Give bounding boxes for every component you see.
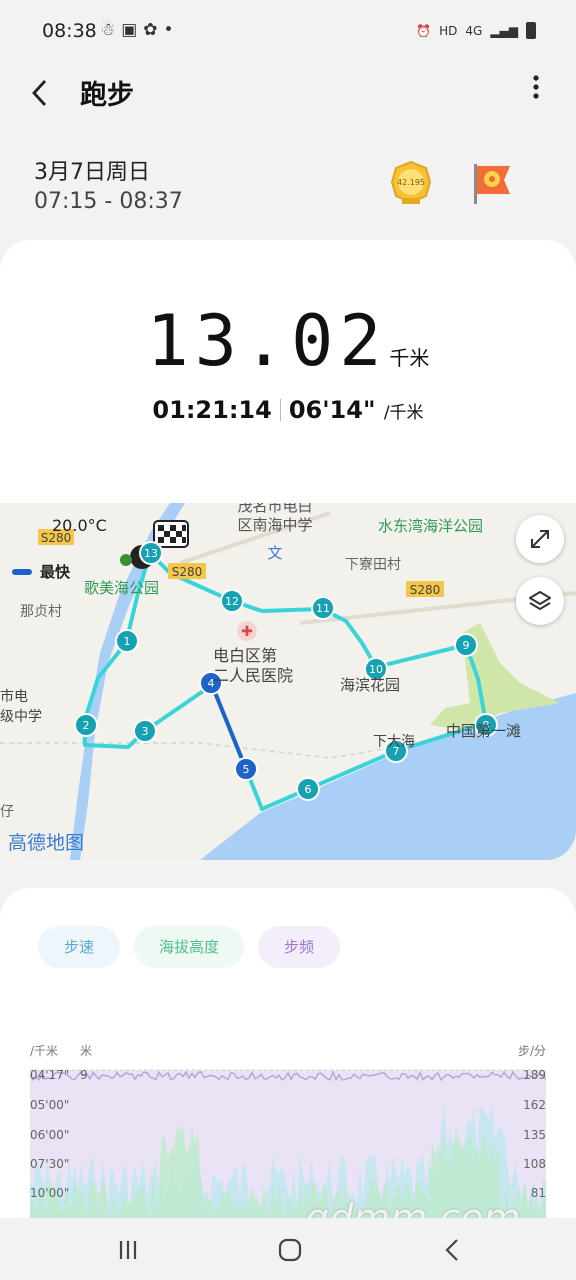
km-marker-label: 2 [83, 719, 90, 732]
cadence-tick-2: 162 [523, 1098, 546, 1112]
map-canvas: ✚ 文 12 345678910111213 茂名市电白区南海中学 水东湾海洋公园… [0, 503, 576, 860]
map-label-park-left: 歌美海公园 [84, 579, 159, 597]
road-badge-3: S280 [406, 581, 444, 597]
km-marker-label: 5 [243, 763, 250, 776]
map-label-school: 茂名市电白区南海中学 [237, 503, 312, 534]
map-layers-button[interactable] [516, 577, 564, 625]
cadence-tick-5: 81 [530, 1186, 546, 1200]
more-vertical-icon [533, 75, 539, 99]
cadence-unit-label: 步/分 [517, 1044, 546, 1058]
pace-unit-label: /千米 [30, 1044, 59, 1058]
system-nav-bar [0, 1218, 576, 1280]
map-temperature: 20.0°C [52, 516, 107, 535]
distance-unit: 千米 [389, 346, 430, 370]
altitude-unit-label: 米 [80, 1044, 93, 1058]
km-marker-label: 1 [124, 635, 131, 648]
status-right: ⏰ HD 4G ▂▄▆ [416, 22, 536, 39]
map-fastest-label: 最快 [40, 563, 71, 581]
map-label-hospital-line1: 电白区第 [213, 646, 277, 665]
route-map[interactable]: ✚ 文 1 2 3 4 5 6 7 8 9 10 11 12 13 茂名市电白区南海中学 水东湾海洋公园… [0, 503, 576, 860]
stats-row: 01:21:14 06'14" /千米 [0, 396, 576, 424]
expand-map-button[interactable] [516, 515, 564, 563]
hd-label: HD [439, 23, 458, 38]
altitude-tick-1: 9 [80, 1068, 88, 1082]
pace-value: 06'14" [288, 396, 376, 424]
tab-altitude[interactable]: 海拔高度 [134, 926, 244, 968]
map-label-school-line2: 区南海中学 [237, 516, 312, 534]
more-options-button[interactable] [526, 74, 546, 110]
road-badge-2: S280 [168, 563, 206, 579]
marathon-medal-icon[interactable]: 42.195 [390, 160, 432, 206]
back-nav-icon [445, 1239, 458, 1261]
svg-text:S280: S280 [410, 583, 441, 597]
battery-icon [526, 22, 536, 39]
km-marker-label: 12 [225, 595, 239, 608]
route-flag-icon[interactable] [470, 160, 514, 206]
km-marker-label: 3 [142, 725, 149, 738]
map-label-small: 仔 [0, 804, 14, 820]
svg-text:S280: S280 [172, 565, 203, 579]
stats-divider [279, 399, 281, 421]
cadence-tick-3: 135 [523, 1128, 546, 1142]
svg-text:✚: ✚ [241, 624, 253, 640]
map-label-school-left-line1: 市电 [0, 688, 28, 705]
km-marker-label: 6 [305, 783, 312, 796]
network-type: 4G [465, 23, 483, 38]
session-time-range: 07:15 - 08:37 [34, 189, 183, 214]
tab-cadence[interactable]: 步频 [258, 926, 340, 968]
summary-card: 13.02 千米 01:21:14 06'14" /千米 [0, 240, 576, 510]
duration-value: 01:21:14 [152, 396, 272, 424]
pace-tick-3: 06'00" [30, 1128, 70, 1142]
km-marker-label: 13 [144, 547, 158, 560]
status-bar: 08:38 ☃▣✿• ⏰ HD 4G ▂▄▆ [0, 0, 576, 64]
chart-card: 步速 海拔高度 步频 /千米 米 步/分 04'17" 9 05'00" 06'… [0, 888, 576, 1218]
header: 跑步 [0, 64, 576, 120]
notification-icons: ☃▣✿• [100, 20, 180, 40]
distance-value: 13.02 [146, 300, 388, 382]
chevron-left-icon [32, 80, 47, 106]
distance-row: 13.02 千米 [0, 300, 576, 382]
map-label-hospital-line2: 二人民医院 [213, 666, 293, 685]
pace-tick-1: 04'17" [30, 1068, 70, 1082]
medal-value: 42.195 [397, 178, 425, 187]
map-label-garden: 海滨花园 [340, 676, 400, 694]
pace-tick-5: 10'00" [30, 1186, 70, 1200]
recent-apps-button[interactable] [108, 1230, 148, 1270]
pace-unit: /千米 [383, 403, 424, 423]
status-time: 08:38 [42, 20, 97, 42]
cadence-tick-1: 189 [523, 1068, 546, 1082]
km-marker-label: 11 [316, 602, 330, 615]
back-button[interactable] [30, 72, 60, 112]
km-marker-label: 9 [463, 639, 470, 652]
layers-icon [529, 591, 551, 610]
pace-tick-4: 07'30" [30, 1157, 70, 1171]
tab-pace[interactable]: 步速 [38, 926, 120, 968]
map-label-village-left: 那贞村 [20, 603, 62, 620]
km-marker-label: 10 [369, 663, 383, 676]
recent-apps-icon [119, 1241, 137, 1259]
home-icon [278, 1238, 302, 1262]
performance-chart [29, 1069, 547, 1218]
pace-tick-2: 05'00" [30, 1098, 70, 1112]
map-label-school-line1: 茂名市电白 [237, 503, 312, 515]
map-label-school-left-line2: 级中学 [0, 709, 42, 725]
page-title: 跑步 [80, 80, 134, 111]
map-label-beach: 中国第一滩 [446, 722, 521, 740]
map-label-village-right: 下寮田村 [345, 556, 401, 573]
map-label-sea: 下大海 [373, 734, 415, 750]
alarm-icon: ⏰ [416, 23, 432, 38]
back-nav-button[interactable] [432, 1230, 472, 1270]
map-label-park-right: 水东湾海洋公园 [378, 517, 483, 535]
signal-icon: ▂▄▆ [490, 23, 518, 38]
home-button[interactable] [270, 1230, 310, 1270]
cadence-tick-4: 108 [523, 1157, 546, 1171]
svg-text:文: 文 [267, 544, 282, 562]
expand-icon [531, 530, 549, 548]
session-date: 3月7日周日 [34, 160, 150, 185]
map-brand: 高德地图 [8, 832, 84, 854]
